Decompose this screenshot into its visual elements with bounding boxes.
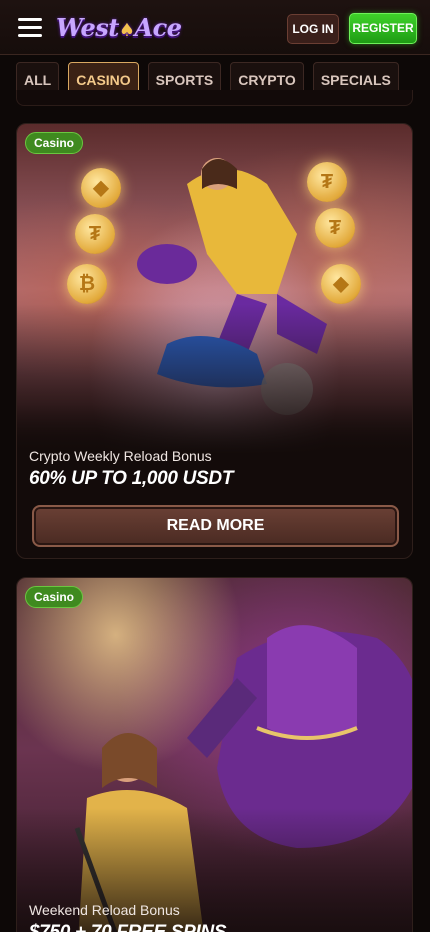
register-button[interactable]: REGISTER [349, 13, 417, 44]
category-badge: Casino [25, 586, 84, 608]
menu-icon[interactable] [18, 18, 42, 38]
site-logo[interactable]: West♠Ace [56, 10, 182, 46]
promo-title: $750 + 70 FREE SPINS [29, 922, 227, 932]
promo-subtitle: Weekend Reload Bonus [29, 902, 180, 918]
login-button[interactable]: LOG IN [287, 14, 339, 44]
bitcoin-icon: ₿ [67, 264, 107, 304]
promo-card-crypto-reload[interactable]: ◆ ₮ ₿ ₮ ₮ ◆ Casino Crypto Weekly Reload … [16, 123, 413, 559]
ethereum-icon: ◆ [81, 168, 121, 208]
top-header: West♠Ace LOG IN REGISTER [0, 0, 430, 55]
promo-artwork: ◆ ₮ ₿ ₮ ₮ ◆ [17, 124, 412, 454]
previous-card-edge [16, 90, 413, 106]
promo-card-weekend-reload[interactable]: Casino Weekend Reload Bonus $750 + 70 FR… [16, 577, 413, 932]
promo-subtitle: Crypto Weekly Reload Bonus [29, 448, 212, 464]
tether-icon: ₮ [75, 214, 115, 254]
promo-artwork [17, 578, 412, 932]
category-badge: Casino [25, 132, 84, 154]
promo-title: 60% UP TO 1,000 USDT [29, 468, 234, 489]
read-more-button[interactable]: READ MORE [32, 505, 399, 547]
